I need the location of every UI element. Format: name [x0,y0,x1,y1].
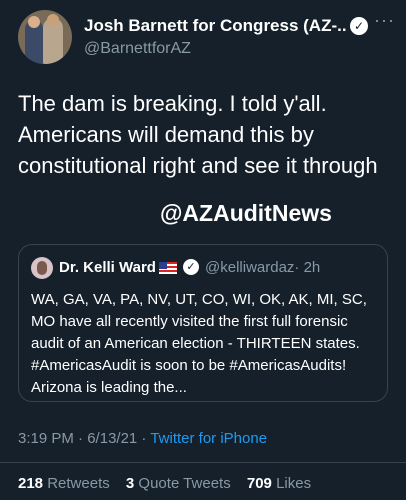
likes-label[interactable]: Likes [276,475,311,492]
tweet-stats: 218 Retweets 3 Quote Tweets 709 Likes [18,475,323,492]
quote-tweets-label[interactable]: Quote Tweets [138,475,230,492]
author-name[interactable]: Josh Barnett for Congress (AZ-... [84,16,346,36]
verified-badge-icon: ✓ [350,17,368,35]
overlay-watermark-text: @AZAuditNews [160,200,332,226]
meta-separator: · [73,430,88,447]
divider [0,462,406,463]
meta-separator: · [137,430,151,447]
quoted-author-avatar [31,257,53,279]
tweet-metadata: 3:19 PM · 6/13/21 · Twitter for iPhone [18,430,267,447]
author-avatar[interactable] [18,10,72,64]
quoted-author-name: Dr. Kelli Ward [59,259,156,276]
quoted-tweet-text: WA, GA, VA, PA, NV, UT, CO, WI, OK, AK, … [31,291,367,396]
tweet-header: Josh Barnett for Congress (AZ-... ✓ ··· … [18,10,398,70]
quoted-tweet-card[interactable]: Dr. Kelli Ward ✓ @kelliwardaz· 2h WA, GA… [18,244,388,402]
tweet-time[interactable]: 3:19 PM [18,430,74,447]
avatar-figure [47,14,59,26]
quote-tweets-count[interactable]: 3 [126,475,134,492]
author-handle[interactable]: @BarnettforAZ [84,40,191,58]
retweets-count[interactable]: 218 [18,475,43,492]
quoted-author-handle: @kelliwardaz [205,259,295,276]
avatar-figure [28,16,40,28]
likes-count[interactable]: 709 [247,475,272,492]
more-options-icon[interactable]: ··· [374,10,395,31]
tweet-date[interactable]: 6/13/21 [87,430,137,447]
retweets-label[interactable]: Retweets [47,475,110,492]
quoted-tweet-time: · 2h [294,259,321,276]
us-flag-icon [159,262,177,274]
verified-badge-icon: ✓ [183,259,199,275]
tweet-text: The dam is breaking. I told y'all. Ameri… [18,91,378,178]
tweet-source-link[interactable]: Twitter for iPhone [150,430,267,447]
quoted-author-handle-time: @kelliwardaz· 2h [205,259,320,276]
